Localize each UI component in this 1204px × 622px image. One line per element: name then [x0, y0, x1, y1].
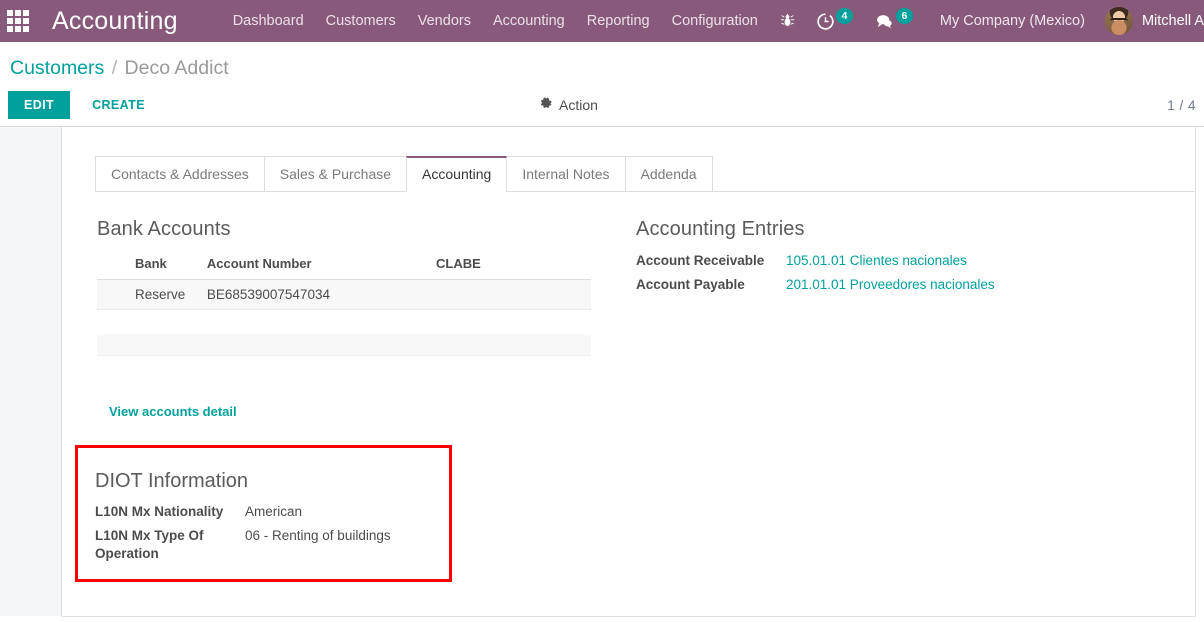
control-panel: Customers / Deco Addict EDIT CREATE Acti…: [0, 42, 1204, 126]
table-row[interactable]: Reserve BE68539007547034: [97, 279, 591, 310]
username-label: Mitchell A: [1141, 13, 1204, 29]
user-menu-button[interactable]: Mitchell A: [1095, 0, 1204, 42]
column-header-clabe[interactable]: CLABE: [428, 252, 591, 280]
tab-addenda[interactable]: Addenda: [624, 156, 713, 191]
activities-count-badge: 4: [835, 8, 853, 24]
gear-icon: [540, 97, 553, 113]
value-l10n-mx-nationality[interactable]: American: [245, 503, 302, 521]
label-l10n-mx-nationality: L10N Mx Nationality: [95, 504, 224, 519]
cell-bank[interactable]: Reserve: [97, 279, 199, 310]
value-account-receivable[interactable]: 105.01.01 Clientes nacionales: [786, 252, 967, 270]
spacer-cell: [97, 309, 591, 334]
tab-internal-notes[interactable]: Internal Notes: [506, 156, 626, 191]
menu-item-accounting[interactable]: Accounting: [482, 0, 576, 42]
bug-icon: [780, 13, 795, 27]
activities-menu-button[interactable]: 4: [806, 0, 864, 42]
diot-title: DIOT Information: [95, 470, 249, 492]
accounting-entries-group: Accounting Entries Account Receivable 10…: [635, 218, 1175, 421]
menu-item-configuration[interactable]: Configuration: [661, 0, 769, 42]
debug-menu-button[interactable]: [769, 0, 806, 42]
breadcrumb-parent-link[interactable]: Customers: [10, 57, 104, 79]
cell-account-number[interactable]: BE68539007547034: [198, 279, 429, 310]
app-brand-title[interactable]: Accounting: [36, 7, 192, 36]
form-content-area: Contacts & Addresses Sales & Purchase Ac…: [0, 126, 1204, 622]
accounting-tab-page: Bank Accounts Bank Account Number CLABE: [95, 192, 1195, 421]
column-header-account-number[interactable]: Account Number: [198, 252, 429, 280]
menu-item-vendors[interactable]: Vendors: [407, 0, 482, 42]
cell-clabe[interactable]: [428, 279, 591, 310]
column-header-bank[interactable]: Bank: [97, 252, 199, 280]
tab-accounting[interactable]: Accounting: [406, 156, 508, 192]
company-switcher[interactable]: My Company (Mexico): [924, 0, 1095, 42]
bank-accounts-group: Bank Accounts Bank Account Number CLABE: [95, 218, 635, 421]
apps-menu-button[interactable]: [0, 0, 36, 42]
view-accounts-detail-wrapper: View accounts detail: [109, 403, 635, 421]
breadcrumb-separator: /: [111, 57, 118, 79]
action-menu-button[interactable]: Action: [540, 97, 598, 113]
record-pager[interactable]: 1 / 4: [1167, 98, 1196, 113]
left-gutter: [0, 127, 62, 616]
label-account-receivable: Account Receivable: [636, 253, 765, 268]
breadcrumb: Customers / Deco Addict: [0, 42, 1204, 84]
action-menu-label: Action: [559, 97, 598, 113]
table-header-row: Bank Account Number CLABE: [97, 252, 591, 280]
tab-contacts-addresses[interactable]: Contacts & Addresses: [95, 156, 265, 191]
notebook-tabs: Contacts & Addresses Sales & Purchase Ac…: [95, 156, 1195, 192]
user-avatar: [1104, 7, 1133, 35]
field-account-payable: Account Payable 201.01.01 Proveedores na…: [636, 276, 1175, 294]
apps-grid-icon: [7, 10, 29, 32]
bank-accounts-title: Bank Accounts: [97, 218, 231, 240]
menu-item-dashboard[interactable]: Dashboard: [222, 0, 315, 42]
view-accounts-detail-link[interactable]: View accounts detail: [109, 404, 237, 419]
value-l10n-mx-type-of-operation[interactable]: 06 - Renting of buildings: [245, 527, 391, 545]
menu-item-reporting[interactable]: Reporting: [576, 0, 661, 42]
field-l10n-mx-type-of-operation: L10N Mx Type Of Operation 06 - Renting o…: [95, 527, 435, 563]
main-menu: Dashboard Customers Vendors Accounting R…: [222, 0, 769, 42]
control-panel-buttons: EDIT CREATE Action 1 / 4: [0, 84, 1204, 126]
field-account-receivable: Account Receivable 105.01.01 Clientes na…: [636, 252, 1175, 270]
clock-icon: [817, 12, 834, 30]
messages-count-badge: 6: [895, 8, 913, 24]
edit-button[interactable]: EDIT: [8, 91, 71, 119]
chat-bubble-icon: [876, 14, 892, 28]
value-account-payable[interactable]: 201.01.01 Proveedores nacionales: [786, 276, 995, 294]
create-button[interactable]: CREATE: [78, 91, 159, 119]
form-sheet: Contacts & Addresses Sales & Purchase Ac…: [62, 127, 1196, 617]
table-spacer-row: [97, 309, 591, 334]
label-account-payable: Account Payable: [636, 277, 745, 292]
diot-information-group: DIOT Information L10N Mx Nationality Ame…: [95, 470, 435, 569]
label-l10n-mx-type-of-operation: L10N Mx Type Of Operation: [95, 528, 204, 561]
bank-accounts-table: Bank Account Number CLABE Reserve BE6853…: [97, 252, 591, 356]
top-navbar: Accounting Dashboard Customers Vendors A…: [0, 0, 1204, 42]
empty-cell[interactable]: [97, 333, 591, 356]
menu-item-customers[interactable]: Customers: [315, 0, 407, 42]
breadcrumb-current: Deco Addict: [124, 57, 229, 79]
field-l10n-mx-nationality: L10N Mx Nationality American: [95, 503, 435, 521]
messages-menu-button[interactable]: 6: [864, 0, 924, 42]
tab-sales-purchase[interactable]: Sales & Purchase: [263, 156, 408, 191]
systray: 4 6 My Company (Mexico) Mitchell A: [769, 0, 1204, 42]
accounting-entries-title: Accounting Entries: [636, 218, 805, 240]
table-empty-row[interactable]: [97, 333, 591, 356]
notebook: Contacts & Addresses Sales & Purchase Ac…: [95, 156, 1195, 421]
